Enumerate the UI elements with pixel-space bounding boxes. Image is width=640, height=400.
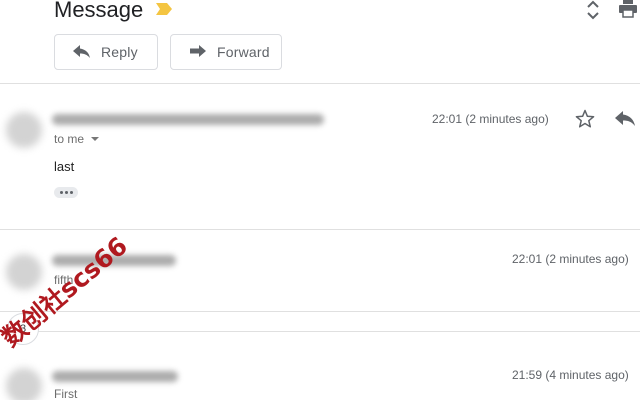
reply-button[interactable]: Reply <box>54 34 158 70</box>
reply-arrow-icon <box>73 45 90 58</box>
important-label-icon[interactable] <box>155 2 173 16</box>
divider <box>0 83 640 84</box>
chevron-down-icon <box>91 137 100 141</box>
print-button[interactable] <box>618 0 638 18</box>
divider <box>0 229 640 230</box>
message-reply-button[interactable] <box>614 110 636 128</box>
sender-name-redacted <box>52 114 324 125</box>
message-timestamp: 22:01 (2 minutes ago) <box>512 252 629 266</box>
divider <box>0 311 640 312</box>
recipient-label: to me <box>54 132 85 146</box>
show-trimmed-content-button[interactable] <box>54 187 78 198</box>
message-snippet: First <box>54 387 78 400</box>
printer-icon <box>619 0 637 18</box>
message-timestamp: 21:59 (4 minutes ago) <box>512 368 629 382</box>
divider <box>0 331 640 332</box>
message-timestamp: 22:01 (2 minutes ago) <box>432 112 549 126</box>
recipient-details[interactable]: to me <box>54 132 100 146</box>
avatar <box>6 368 42 400</box>
star-button[interactable] <box>575 109 595 129</box>
reply-label: Reply <box>101 44 138 60</box>
message-body: last <box>54 159 75 174</box>
forward-arrow-icon <box>190 45 206 57</box>
forward-label: Forward <box>217 44 270 60</box>
avatar <box>6 254 42 290</box>
forward-button[interactable]: Forward <box>170 34 282 70</box>
reply-icon <box>615 111 635 126</box>
subject-title: Message <box>54 0 144 22</box>
sender-name-redacted <box>52 371 178 382</box>
avatar <box>6 112 42 148</box>
expand-all-button[interactable] <box>583 0 603 20</box>
ellipsis-icon <box>59 191 63 194</box>
unfold-icon <box>587 0 599 20</box>
watermark: 数创社scs66 <box>0 231 133 353</box>
star-icon <box>575 109 595 128</box>
